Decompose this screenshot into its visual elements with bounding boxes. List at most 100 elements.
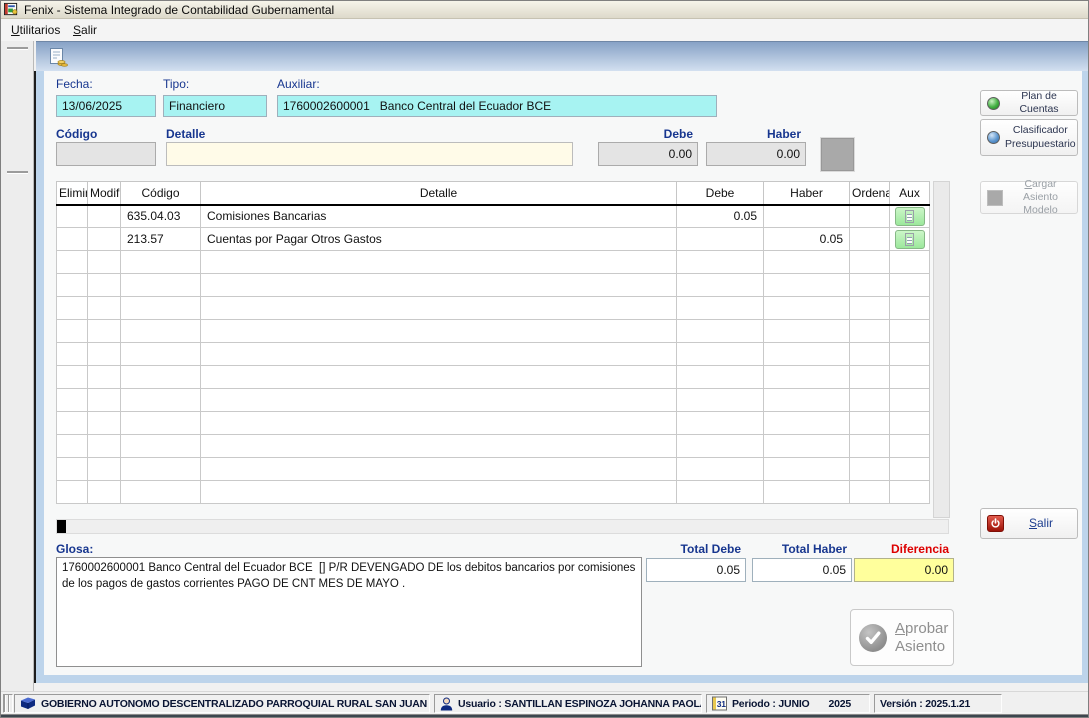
- cell-haber: [764, 343, 850, 366]
- clasificador-presupuestario-button[interactable]: Clasificador Presupuestario: [980, 119, 1078, 156]
- cell-elimin: [57, 343, 88, 366]
- cell-haber[interactable]: 0.05: [764, 228, 850, 251]
- plan-de-cuentas-label: Plan de Cuentas: [1005, 90, 1073, 116]
- cell-ordenar: [850, 251, 890, 274]
- cell-aux: [890, 481, 930, 504]
- status-bar: GOBIERNO AUTONOMO DESCENTRALIZADO PARROQ…: [1, 691, 1089, 714]
- cell-debe: [677, 297, 764, 320]
- codigo-entry-label: Código: [56, 127, 97, 141]
- document-icon: [905, 210, 914, 223]
- cell-codigo: [121, 458, 201, 481]
- cell-debe: [677, 481, 764, 504]
- journal-document-icon[interactable]: [45, 45, 71, 69]
- cell-modif[interactable]: [88, 205, 121, 228]
- cell-aux[interactable]: [890, 205, 930, 228]
- cell-ordenar: [850, 412, 890, 435]
- cell-detalle: [201, 458, 677, 481]
- cell-haber[interactable]: [764, 205, 850, 228]
- codigo-entry-input[interactable]: [56, 142, 156, 166]
- cell-haber: [764, 481, 850, 504]
- person-icon: [440, 697, 453, 711]
- svg-text:31: 31: [717, 699, 727, 709]
- left-collapsed-panel: [1, 41, 34, 691]
- vertical-scrollbar[interactable]: [933, 181, 950, 518]
- debe-entry-input[interactable]: [598, 142, 698, 166]
- scrollbar-thumb[interactable]: [57, 520, 66, 533]
- detalle-entry-input[interactable]: [166, 142, 573, 166]
- cell-elimin[interactable]: [57, 205, 88, 228]
- plan-de-cuentas-button[interactable]: Plan de Cuentas: [980, 90, 1078, 116]
- cell-ordenar: [850, 274, 890, 297]
- cell-ordenar[interactable]: [850, 205, 890, 228]
- user-panel: Usuario : SANTILLAN ESPINOZA JOHANNA PAO…: [434, 694, 702, 713]
- cell-aux[interactable]: [890, 228, 930, 251]
- cell-codigo: [121, 481, 201, 504]
- auxiliar-input[interactable]: [277, 95, 717, 117]
- window-bottom-edge: [1, 714, 1088, 718]
- cell-modif[interactable]: [88, 228, 121, 251]
- aux-detail-button[interactable]: [895, 207, 925, 226]
- cell-detalle: [201, 274, 677, 297]
- cell-elimin: [57, 297, 88, 320]
- salir-button-label: Salir: [1009, 516, 1073, 531]
- cell-debe: [677, 343, 764, 366]
- diferencia-input[interactable]: [854, 558, 954, 582]
- add-entry-button[interactable]: [821, 138, 854, 171]
- cell-modif: [88, 366, 121, 389]
- cell-codigo[interactable]: 213.57: [121, 228, 201, 251]
- panel-grip[interactable]: [7, 47, 28, 49]
- cell-codigo: [121, 251, 201, 274]
- glosa-textarea[interactable]: 1760002600001 Banco Central del Ecuador …: [56, 557, 642, 667]
- document-icon: [905, 233, 914, 246]
- cell-debe[interactable]: 0.05: [677, 205, 764, 228]
- cell-modif: [88, 274, 121, 297]
- blue-sphere-icon: [987, 131, 1000, 144]
- table-empty-row: [57, 366, 930, 389]
- tipo-input[interactable]: [163, 95, 267, 117]
- cell-detalle[interactable]: Comisiones Bancarias: [201, 205, 677, 228]
- cell-ordenar[interactable]: [850, 228, 890, 251]
- cell-detalle: [201, 320, 677, 343]
- fecha-input[interactable]: [56, 95, 156, 117]
- cell-debe: [677, 366, 764, 389]
- cell-aux: [890, 343, 930, 366]
- aprobar-asiento-button[interactable]: Aprobar Asiento: [850, 609, 954, 666]
- cell-elimin: [57, 320, 88, 343]
- cell-elimin: [57, 251, 88, 274]
- cell-modif: [88, 458, 121, 481]
- salir-button[interactable]: Salir: [980, 508, 1078, 539]
- gray-square-icon: [987, 190, 1003, 206]
- panel-grip[interactable]: [7, 171, 28, 173]
- menu-utilitarios[interactable]: Utilitarios: [7, 22, 64, 38]
- column-header-detalle: Detalle: [201, 182, 677, 205]
- cargar-asiento-modelo-button[interactable]: Cargar Asiento Modelo: [980, 181, 1078, 214]
- cell-aux: [890, 435, 930, 458]
- cell-codigo: [121, 412, 201, 435]
- cell-codigo[interactable]: 635.04.03: [121, 205, 201, 228]
- total-haber-input[interactable]: [752, 558, 852, 582]
- menu-salir[interactable]: Salir: [69, 22, 101, 38]
- cell-aux: [890, 458, 930, 481]
- cell-detalle: [201, 343, 677, 366]
- cell-detalle: [201, 389, 677, 412]
- table-empty-row: [57, 481, 930, 504]
- cell-elimin[interactable]: [57, 228, 88, 251]
- cell-ordenar: [850, 343, 890, 366]
- periodo-panel: 31 Periodo : JUNIO 2025: [706, 694, 870, 713]
- debe-entry-label: Debe: [598, 127, 693, 141]
- cell-detalle[interactable]: Cuentas por Pagar Otros Gastos: [201, 228, 677, 251]
- horizontal-scrollbar[interactable]: [56, 519, 949, 534]
- cell-ordenar: [850, 435, 890, 458]
- check-circle-icon: [859, 624, 887, 652]
- cell-haber: [764, 297, 850, 320]
- calendar-icon: 31: [712, 696, 727, 711]
- aux-detail-button[interactable]: [895, 230, 925, 249]
- cell-debe: [677, 389, 764, 412]
- cell-debe[interactable]: [677, 228, 764, 251]
- haber-entry-input[interactable]: [706, 142, 806, 166]
- cell-detalle: [201, 412, 677, 435]
- cell-haber: [764, 412, 850, 435]
- entity-name: GOBIERNO AUTONOMO DESCENTRALIZADO PARROQ…: [41, 698, 427, 710]
- cell-modif: [88, 481, 121, 504]
- total-debe-input[interactable]: [646, 558, 746, 582]
